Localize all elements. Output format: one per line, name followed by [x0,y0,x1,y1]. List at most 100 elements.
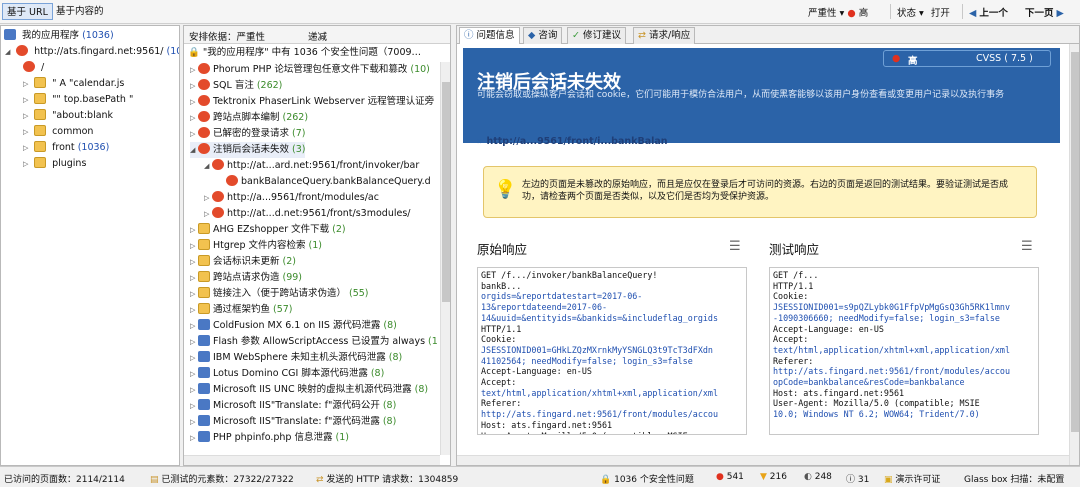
expand-icon[interactable]: ▷ [204,206,212,222]
status-dropdown[interactable]: 状态 ▾ 打开 [897,5,950,19]
chevron-left-icon: ◀ [969,8,977,19]
previous-button[interactable]: ◀ 上一个 [969,5,1008,19]
severity-dropdown[interactable]: 严重性 ▾ ● 高 [808,5,868,19]
issue-row[interactable]: ▷ SQL 盲注 (262) [190,78,282,94]
original-response-code[interactable]: GET /f.../invoker/bankBalanceQuery! bankB… [477,267,747,435]
expand-icon[interactable]: ▷ [23,76,31,92]
sort-by-label[interactable]: 安排依据：严重性 [189,29,265,43]
high-count[interactable]: ● 541 [716,472,744,482]
tree-item[interactable]: / [23,60,44,76]
issue-row[interactable]: ▷ Microsoft IIS"Translate: f"源代码泄露 (8) [190,414,396,430]
expand-icon[interactable]: ▷ [190,222,198,238]
tab-issue-info[interactable]: ⓘ 问题信息 [459,27,520,44]
issue-row[interactable]: ◢ http://at...ard.net:9561/front/invoker/… [204,158,422,174]
tab-url-based[interactable]: 基于 URL [2,3,53,20]
issue-url[interactable]: » http://a...9561/front/i...bankBalan [477,136,668,147]
issue-row[interactable]: ▷ 跨站点请求伪造 (99) [190,270,302,286]
expand-icon[interactable]: ▷ [190,398,198,414]
expand-icon[interactable]: ▷ [190,382,198,398]
tree-item[interactable]: ▷ front (1036) [23,140,109,156]
issue-row[interactable]: ▷ http://at...d.net:9561/front/s3modules/ [204,206,413,222]
issue-row[interactable]: ▷ ColdFusion MX 6.1 on IIS 源代码泄露 (8) [190,318,397,334]
expand-icon[interactable]: ▷ [190,350,198,366]
expand-icon[interactable]: ▷ [190,62,198,78]
expand-icon[interactable]: ▷ [190,414,198,430]
vertical-scrollbar[interactable] [1069,44,1079,465]
scrollbar-thumb[interactable] [1071,52,1079,432]
glassbox-status[interactable]: Glass box 扫描：未配置 [964,472,1064,485]
expand-icon[interactable]: ▷ [23,156,31,172]
issue-row[interactable]: ▷ Tektronix PhaserLink Webserver 远程管理认证旁 [190,94,437,110]
tab-advisory[interactable]: ◆ 咨询 [523,27,563,44]
expand-icon[interactable]: ▷ [23,108,31,124]
vertical-scrollbar[interactable] [440,62,450,455]
issue-row[interactable]: ▷ 通过框架钓鱼 (57) [190,302,293,318]
issue-row[interactable]: ▷ Lotus Domino CGI 脚本源代码泄露 (8) [190,366,384,382]
expand-icon[interactable]: ▷ [23,92,31,108]
tree-count: (1036) [77,142,110,153]
expand-icon[interactable]: ▷ [190,94,198,110]
expand-icon[interactable]: ▷ [190,334,198,350]
expand-icon[interactable]: ▷ [190,302,198,318]
expand-icon[interactable]: ▷ [23,124,31,140]
issues-count[interactable]: 🔒 1036 个安全性问题 [600,472,694,485]
issue-row[interactable]: ▷ Htgrep 文件内容检索 (1) [190,238,322,254]
license-status[interactable]: ▣ 演示许可证 [884,472,940,485]
expand-icon[interactable]: ▷ [204,190,212,206]
menu-icon[interactable]: ☰ [1021,239,1033,254]
issue-row[interactable]: ▷ 跨站点脚本编制 (262) [190,110,308,126]
menu-icon[interactable]: ☰ [729,239,741,254]
issue-row[interactable]: ▷ 会话标识未更新 (2) [190,254,296,270]
tab-fix-recommendation[interactable]: ✓ 修订建议 [567,27,627,44]
low-count[interactable]: ◐ 248 [804,472,832,482]
issue-row[interactable]: ▷ 已解密的登录请求 (7) [190,126,305,142]
tab-request-response[interactable]: ⇄ 请求/响应 [633,27,696,44]
high-severity-icon: ● [847,8,856,19]
expand-icon[interactable]: ◢ [5,44,13,60]
info-count[interactable]: ⓘ 31 [846,472,869,485]
scrollbar-thumb[interactable] [442,82,450,302]
issue-row[interactable]: ▷ Microsoft IIS"Translate: f"源代码公开 (8) [190,398,396,414]
expand-icon[interactable]: ▷ [190,270,198,286]
next-button[interactable]: 下一页 ▶ [1025,5,1064,19]
issue-row[interactable]: ▷ IBM WebSphere 未知主机头源代码泄露 (8) [190,350,402,366]
expand-icon[interactable]: ▷ [190,366,198,382]
issue-row[interactable]: ▷ Phorum PHP 论坛管理包任意文件下载和篡改 (10) [190,62,430,78]
expand-icon[interactable]: ▷ [190,318,198,334]
expand-icon[interactable]: ▷ [190,78,198,94]
tree-host[interactable]: ◢ http://ats.fingard.net:9561/ (103 [5,44,179,60]
expand-icon[interactable]: ▷ [23,140,31,156]
tree-item[interactable]: ▷ " A "calendar.js [23,76,124,92]
tree-item[interactable]: ▷ plugins [23,156,86,172]
tree-item[interactable]: ▷ "" top.basePath " [23,92,133,108]
issue-row[interactable]: ◢ 注销后会话未失效 (3) [190,142,306,158]
issue-row[interactable]: ▷ 链接注入（便于跨站请求伪造） (55) [190,286,369,302]
issue-row[interactable]: bankBalanceQuery.bankBalanceQuery.d [218,174,434,190]
expand-icon[interactable]: ▷ [190,238,198,254]
tree-item[interactable]: ▷ "about:blank [23,108,113,124]
expand-icon[interactable]: ◢ [204,158,212,174]
tree-root[interactable]: 我的应用程序 (1036) [4,28,114,44]
issue-row[interactable]: ▷ PHP phpinfo.php 信息泄露 (1) [190,430,349,446]
issues-pane: 安排依据：严重性 递减 🔒 "我的应用程序" 中有 1036 个安全性问题（70… [183,25,451,466]
issue-row[interactable]: ▷ AHG EZshopper 文件下载 (2) [190,222,346,238]
expand-icon[interactable]: ▷ [190,126,198,142]
medium-issue-icon [198,255,210,266]
expand-icon[interactable]: ▷ [190,254,198,270]
sort-order-label[interactable]: 递减 [308,29,327,43]
horizontal-scrollbar[interactable] [184,455,440,465]
host-icon [16,45,29,56]
code-line: http://ats.fingard.net:9561/front/module… [773,366,1010,377]
expand-icon[interactable]: ◢ [190,142,198,158]
medium-count[interactable]: ▼ 216 [760,472,787,482]
tab-content-based[interactable]: 基于内容的 [52,3,108,20]
expand-icon[interactable]: ▷ [190,110,198,126]
tree-item[interactable]: ▷ common [23,124,93,140]
expand-icon[interactable]: ▷ [190,286,198,302]
expand-icon[interactable]: ▷ [190,430,198,446]
test-response-code[interactable]: GET /f... HTTP/1.1 Cookie: JSESSIONID001=s9… [769,267,1039,435]
issue-row[interactable]: ▷ http://a...9561/front/modules/ac [204,190,382,206]
issue-row[interactable]: ▷ Microsoft IIS UNC 映射的虚拟主机源代码泄露 (8) [190,382,428,398]
issue-row[interactable]: ▷ Flash 参数 AllowScriptAccess 已设置为 always(… [190,334,438,350]
horizontal-scrollbar[interactable] [457,455,1069,465]
